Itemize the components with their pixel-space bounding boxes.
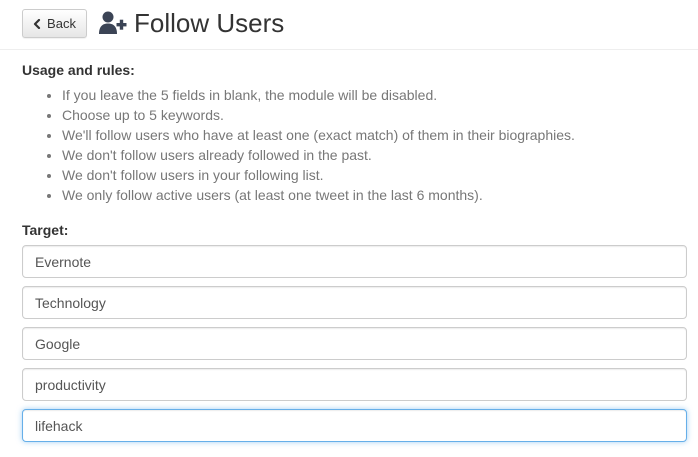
target-field-5[interactable] [22,409,687,442]
target-field-4[interactable] [22,368,687,401]
rule-item: If you leave the 5 fields in blank, the … [62,85,575,105]
chevron-left-icon [33,18,41,29]
target-field-1[interactable] [22,245,687,278]
rules-list: If you leave the 5 fields in blank, the … [22,85,575,205]
page-header: Back Follow Users [0,0,698,50]
user-plus-icon [99,11,127,34]
rule-item: We'll follow users who have at least one… [62,125,575,145]
rule-item: We don't follow users already followed i… [62,145,575,165]
rules-heading: Usage and rules: [22,62,135,78]
target-field-3[interactable] [22,327,687,360]
back-button-label: Back [47,16,76,31]
rule-item: We don't follow users in your following … [62,165,575,185]
rule-item: Choose up to 5 keywords. [62,105,575,125]
target-label: Target: [22,222,69,238]
rule-item: We only follow active users (at least on… [62,185,575,205]
target-field-2[interactable] [22,286,687,319]
page-title: Follow Users [134,8,285,38]
back-button[interactable]: Back [22,9,87,38]
